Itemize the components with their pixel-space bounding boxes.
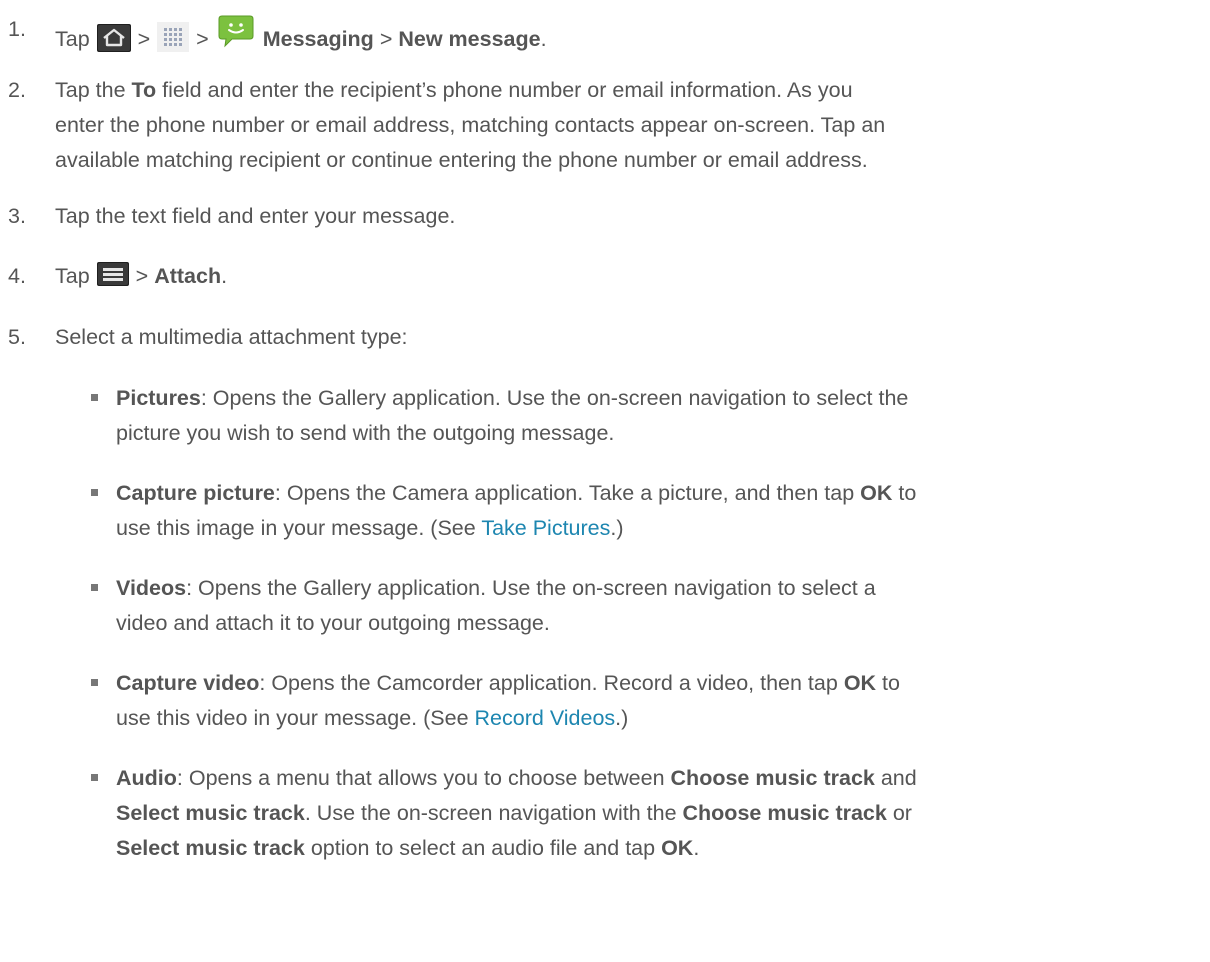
step-number: 3. xyxy=(8,204,26,228)
menu-icon xyxy=(96,262,129,297)
step-text: Tap the text field and enter your messag… xyxy=(55,204,456,228)
take-pictures-link[interactable]: Take Pictures xyxy=(481,516,610,540)
apps-grid-icon xyxy=(157,22,190,63)
step-number: 2. xyxy=(8,78,26,102)
step-text: Select a multimedia attachment type: xyxy=(55,325,408,349)
bullet-icon xyxy=(91,679,98,686)
step-number: 4. xyxy=(8,264,26,288)
bullet-icon xyxy=(91,774,98,781)
step-number: 1. xyxy=(8,17,26,41)
step-5: 5. Select a multimedia attachment type: xyxy=(0,320,1180,355)
bullet-icon xyxy=(91,394,98,401)
step-text: Tap > Attach. xyxy=(55,259,1180,297)
step-4: 4. Tap > Attach. xyxy=(0,259,1180,297)
step-text: Tap the To field and enter the recipient… xyxy=(55,78,886,172)
step-1: 1. Tap > > Messaging > New message. xyxy=(0,12,1180,63)
home-icon xyxy=(96,24,131,63)
step-3: 3. Tap the text field and enter your mes… xyxy=(0,199,1180,234)
bullet-icon xyxy=(91,489,98,496)
option-audio: Audio: Opens a menu that allows you to c… xyxy=(64,761,1184,866)
step-2: 2. Tap the To field and enter the recipi… xyxy=(0,73,1180,178)
option-videos: Videos: Opens the Gallery application. U… xyxy=(64,571,1184,641)
option-capture-picture: Capture picture: Opens the Camera applic… xyxy=(64,476,1184,546)
messaging-app-icon xyxy=(215,12,256,61)
instruction-page: 1. Tap > > Messaging > New message. 2. T… xyxy=(0,0,1210,962)
bullet-icon xyxy=(91,584,98,591)
step-number: 5. xyxy=(8,325,26,349)
option-pictures: Pictures: Opens the Gallery application.… xyxy=(64,381,1184,451)
step-text: Tap > > Messaging > New message. xyxy=(55,12,1180,63)
record-videos-link[interactable]: Record Videos xyxy=(475,706,616,730)
option-capture-video: Capture video: Opens the Camcorder appli… xyxy=(64,666,1184,736)
